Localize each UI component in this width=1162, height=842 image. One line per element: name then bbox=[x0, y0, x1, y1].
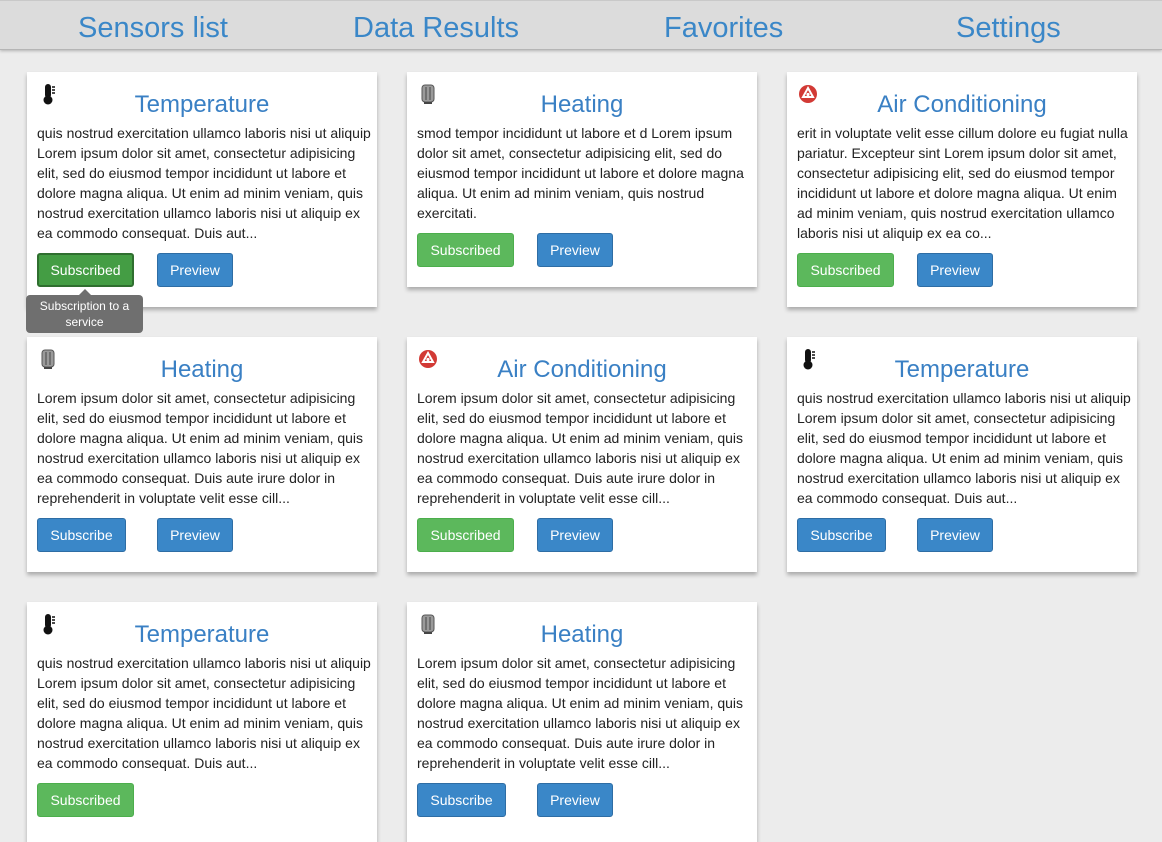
subscribe-button[interactable]: Subscribe bbox=[37, 518, 126, 552]
sensor-card-heating: Heating smod tempor incididunt ut labore… bbox=[407, 72, 757, 287]
card-title: Air Conditioning bbox=[877, 91, 1047, 118]
subscribed-button[interactable]: Subscribed bbox=[37, 253, 134, 287]
nav-favorites[interactable]: Favorites bbox=[664, 10, 783, 46]
subscribe-button[interactable]: Subscribe bbox=[797, 518, 886, 552]
sensor-card-heating: Heating Lorem ipsum dolor sit amet, cons… bbox=[27, 337, 377, 572]
card-title: Heating bbox=[160, 356, 244, 383]
card-description: quis nostrud exercitation ullamco labori… bbox=[37, 655, 371, 771]
preview-button[interactable]: Preview bbox=[157, 253, 233, 287]
subscribe-button[interactable]: Subscribe bbox=[417, 783, 506, 817]
preview-button[interactable]: Preview bbox=[537, 783, 613, 817]
card-description: erit in voluptate velit esse cillum dolo… bbox=[797, 125, 1128, 241]
card-title: Air Conditioning bbox=[497, 356, 667, 383]
card-title: Heating bbox=[540, 621, 624, 648]
sensor-card-air-conditioning: Air Conditioning erit in voluptate velit… bbox=[787, 72, 1137, 307]
card-description: Lorem ipsum dolor sit amet, consectetur … bbox=[417, 390, 744, 506]
card-description: Lorem ipsum dolor sit amet, consectetur … bbox=[417, 655, 744, 771]
nav-settings[interactable]: Settings bbox=[956, 10, 1061, 46]
sensor-card-temperature: Temperature quis nostrud exercitation ul… bbox=[27, 602, 377, 842]
subscribed-button[interactable]: Subscribed bbox=[417, 233, 514, 267]
nav-sensors-list[interactable]: Sensors list bbox=[78, 10, 228, 46]
sensor-card-heating: Heating Lorem ipsum dolor sit amet, cons… bbox=[407, 602, 757, 842]
card-description: smod tempor incididunt ut labore et d Lo… bbox=[417, 125, 744, 221]
sensor-card-air-conditioning: Air Conditioning Lorem ipsum dolor sit a… bbox=[407, 337, 757, 572]
top-navbar: Sensors list Data Results Favorites Sett… bbox=[0, 0, 1162, 50]
preview-button[interactable]: Preview bbox=[537, 518, 613, 552]
subscribed-button[interactable]: Subscribed bbox=[417, 518, 514, 552]
subscription-tooltip: Subscription to a service bbox=[26, 295, 143, 333]
card-title: Temperature bbox=[894, 356, 1030, 383]
sensor-card-temperature: Temperature quis nostrud exercitation ul… bbox=[27, 72, 377, 307]
subscribed-button[interactable]: Subscribed bbox=[797, 253, 894, 287]
card-title: Temperature bbox=[134, 91, 270, 118]
nav-data-results[interactable]: Data Results bbox=[353, 10, 519, 46]
preview-button[interactable]: Preview bbox=[157, 518, 233, 552]
card-description: quis nostrud exercitation ullamco labori… bbox=[797, 390, 1131, 506]
preview-button[interactable]: Preview bbox=[917, 518, 993, 552]
subscribed-button[interactable]: Subscribed bbox=[37, 783, 134, 817]
sensor-card-temperature: Temperature quis nostrud exercitation ul… bbox=[787, 337, 1137, 572]
card-description: quis nostrud exercitation ullamco labori… bbox=[37, 125, 371, 241]
card-description: Lorem ipsum dolor sit amet, consectetur … bbox=[37, 390, 364, 506]
card-title: Temperature bbox=[134, 621, 270, 648]
preview-button[interactable]: Preview bbox=[537, 233, 613, 267]
card-title: Heating bbox=[540, 91, 624, 118]
preview-button[interactable]: Preview bbox=[917, 253, 993, 287]
